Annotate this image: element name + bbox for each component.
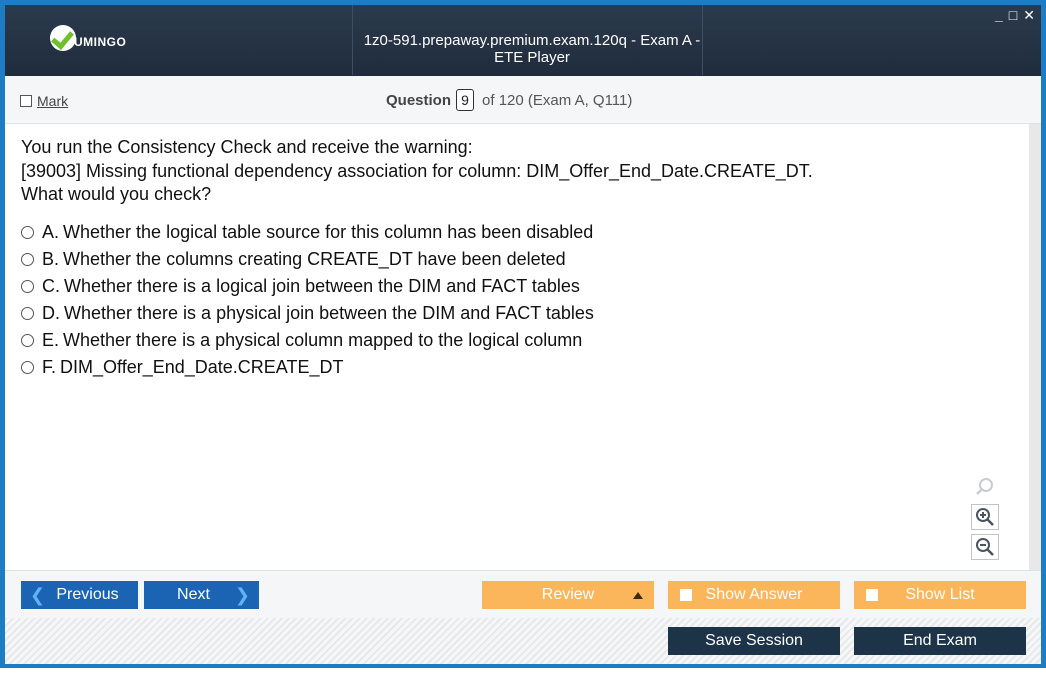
show-answer-button[interactable]: Show Answer [668, 581, 840, 609]
frame-right [1041, 76, 1046, 668]
radio-button[interactable] [21, 280, 34, 293]
show-answer-checkbox[interactable] [680, 589, 692, 601]
search-icon[interactable] [971, 474, 999, 500]
review-label: Review [541, 586, 595, 603]
show-list-button[interactable]: Show List [854, 581, 1026, 609]
question-content: You run the Consistency Check and receiv… [5, 124, 1029, 570]
question-number-input[interactable]: 9 [456, 89, 475, 111]
mark-checkbox-box[interactable] [20, 95, 32, 107]
radio-button[interactable] [21, 334, 34, 347]
app-logo: UMINGO [50, 25, 126, 51]
zoom-controls [971, 474, 999, 560]
chevron-left-icon: ❮ [30, 584, 46, 605]
answer-letter: A. [42, 222, 60, 242]
review-button[interactable]: Review [482, 581, 654, 609]
answer-text: Whether there is a logical join between … [64, 276, 580, 296]
next-button[interactable]: Next ❯ [144, 581, 259, 609]
answer-option-a[interactable]: A. Whether the logical table source for … [21, 219, 594, 246]
previous-label: Previous [56, 586, 119, 603]
title-bar: UMINGO 1z0-591.prepaway.premium.exam.120… [0, 0, 1046, 76]
logo-text: UMINGO [74, 35, 127, 49]
show-answer-label: Show Answer [705, 586, 803, 603]
zoom-out-icon[interactable] [971, 534, 999, 560]
question-counter: Question 9 of 120 (Exam A, Q111) [386, 89, 632, 111]
title-divider [702, 5, 703, 75]
question-text: You run the Consistency Check and receiv… [21, 136, 813, 207]
radio-button[interactable] [21, 226, 34, 239]
answer-option-f[interactable]: F. DIM_Offer_End_Date.CREATE_DT [21, 354, 594, 381]
answer-option-d[interactable]: D. Whether there is a physical join betw… [21, 300, 594, 327]
footer-border [0, 664, 1046, 673]
navigation-bar: ❮ Previous Next ❯ Review Show Answer Sho… [5, 570, 1041, 618]
title-divider [352, 5, 353, 75]
question-line: You run the Consistency Check and receiv… [21, 137, 473, 157]
answer-list: A. Whether the logical table source for … [21, 219, 594, 381]
window-controls: _ □ ✕ [995, 7, 1035, 24]
answer-letter: C. [42, 276, 60, 296]
end-exam-button[interactable]: End Exam [854, 627, 1026, 655]
save-session-button[interactable]: Save Session [668, 627, 840, 655]
maximize-icon[interactable]: □ [1009, 7, 1017, 24]
scrollbar[interactable] [1029, 124, 1041, 570]
close-icon[interactable]: ✕ [1023, 7, 1035, 24]
answer-text: Whether the columns creating CREATE_DT h… [63, 249, 566, 269]
show-list-label: Show List [905, 586, 975, 603]
radio-button[interactable] [21, 307, 34, 320]
answer-text: DIM_Offer_End_Date.CREATE_DT [60, 357, 344, 377]
question-label: Question [386, 91, 452, 109]
answer-letter: B. [42, 249, 60, 269]
minimize-icon[interactable]: _ [995, 7, 1003, 24]
answer-text: Whether the logical table source for thi… [63, 222, 594, 242]
answer-text: Whether there is a physical join between… [64, 303, 594, 323]
question-header: Mark Question 9 of 120 (Exam A, Q111) [5, 76, 1041, 124]
mark-label[interactable]: Mark [37, 93, 68, 109]
mark-checkbox[interactable]: Mark [20, 93, 68, 109]
question-line: What would you check? [21, 184, 212, 204]
answer-option-b[interactable]: B. Whether the columns creating CREATE_D… [21, 246, 594, 273]
question-line: [39003] Missing functional dependency as… [21, 160, 813, 181]
zoom-in-icon[interactable] [971, 504, 999, 530]
radio-button[interactable] [21, 253, 34, 266]
bottom-bar: Save Session End Exam [5, 618, 1041, 664]
answer-letter: E. [42, 330, 60, 350]
answer-option-c[interactable]: C. Whether there is a logical join betwe… [21, 273, 594, 300]
next-label: Next [177, 586, 210, 603]
answer-text: Whether there is a physical column mappe… [63, 330, 583, 350]
chevron-right-icon: ❯ [234, 584, 250, 605]
radio-button[interactable] [21, 361, 34, 374]
question-total: of 120 (Exam A, Q111) [482, 91, 633, 109]
answer-letter: F. [42, 357, 57, 377]
end-exam-label: End Exam [903, 632, 977, 649]
answer-letter: D. [42, 303, 60, 323]
previous-button[interactable]: ❮ Previous [21, 581, 138, 609]
answer-option-e[interactable]: E. Whether there is a physical column ma… [21, 327, 594, 354]
save-session-label: Save Session [705, 632, 803, 649]
caret-up-icon [633, 591, 643, 599]
show-list-checkbox[interactable] [866, 589, 878, 601]
checkmark-logo-icon [50, 25, 76, 51]
window-title: 1z0-591.prepaway.premium.exam.120q - Exa… [363, 32, 701, 66]
